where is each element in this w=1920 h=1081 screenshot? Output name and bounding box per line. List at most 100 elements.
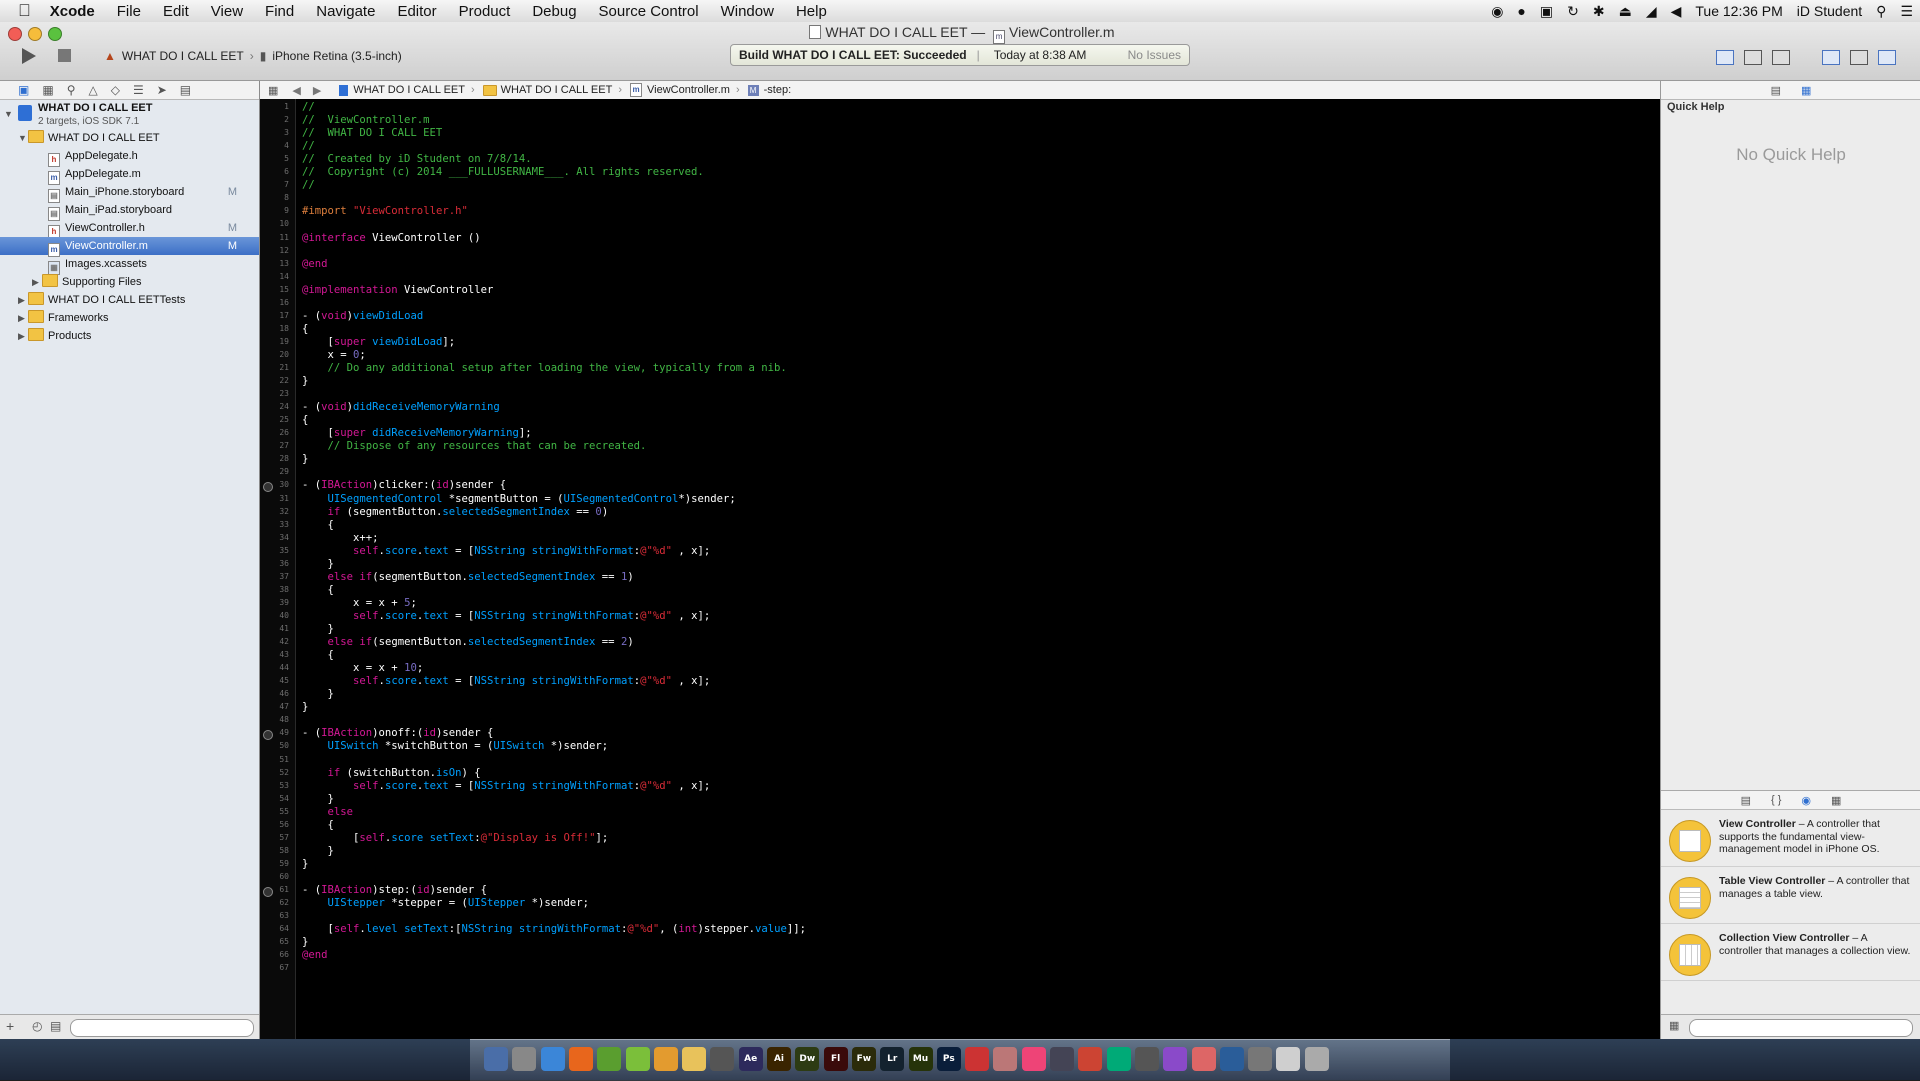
code-line[interactable]: { — [302, 819, 334, 831]
debug-area-toggle-icon[interactable] — [1850, 50, 1868, 65]
file-inspector-icon[interactable]: ▤ — [1771, 84, 1781, 97]
line-number-gutter[interactable]: 1 2 3 4 5 6 7 8 9 10 11 12 13 14 15 16 17 18 19 20 21 22 23 24 2… — [260, 99, 296, 1039]
code-line[interactable]: } — [302, 793, 334, 805]
apple-icon[interactable]:  — [0, 1, 39, 21]
navigator-group-products[interactable]: ▶ Products — [0, 327, 259, 345]
navigator-filter-input[interactable] — [70, 1019, 254, 1037]
code-line[interactable]: self.score.text = [NSString stringWithFo… — [302, 545, 710, 557]
wifi-icon[interactable]: ◢ — [1639, 3, 1664, 20]
library-filter-input[interactable] — [1689, 1019, 1913, 1037]
menu-view[interactable]: View — [200, 3, 254, 20]
connection-outlet-icon[interactable] — [263, 482, 273, 493]
code-line[interactable]: [self.score setText:@"Display is Off!"]; — [302, 832, 608, 844]
dock-app-icon[interactable] — [1078, 1047, 1103, 1071]
menu-product[interactable]: Product — [448, 3, 522, 20]
code-line[interactable]: // Copyright (c) 2014 ___FULLUSERNAME___… — [302, 166, 704, 178]
file-template-library-icon[interactable]: ▤ — [1741, 794, 1751, 807]
code-line[interactable]: else if(segmentButton.selectedSegmentInd… — [302, 636, 634, 648]
dock-app-icon[interactable] — [710, 1047, 735, 1071]
menu-clock[interactable]: Tue 12:36 PM — [1688, 3, 1789, 19]
navigator-group-supporting-files[interactable]: ▶ Supporting Files — [0, 273, 259, 291]
code-line[interactable]: - (IBAction)clicker:(id)sender { — [302, 479, 506, 491]
forward-arrow-icon[interactable]: ▶ — [313, 84, 321, 97]
related-items-icon[interactable]: ▦ — [268, 84, 278, 97]
disclosure-closed-icon[interactable]: ▶ — [18, 291, 28, 309]
code-line[interactable]: // — [302, 101, 315, 113]
code-line[interactable]: - (void)didReceiveMemoryWarning — [302, 401, 500, 413]
library-item-view-controller[interactable]: View Controller – A controller that supp… — [1661, 810, 1920, 867]
dock-app-icon[interactable] — [512, 1047, 537, 1071]
menu-app-name[interactable]: Xcode — [39, 3, 106, 20]
code-line[interactable]: { — [302, 323, 308, 335]
menu-navigate[interactable]: Navigate — [305, 3, 386, 20]
code-line[interactable]: [super didReceiveMemoryWarning]; — [302, 427, 532, 439]
code-line[interactable]: } — [302, 688, 334, 700]
code-line[interactable]: { — [302, 414, 308, 426]
connection-outlet-icon[interactable] — [263, 730, 273, 741]
breadcrumb-project[interactable]: WHAT DO I CALL EET › — [329, 84, 475, 96]
display-mirror-icon[interactable]: ▣ — [1533, 3, 1560, 20]
dock-app-icon[interactable]: Lr — [880, 1047, 905, 1071]
eject-icon[interactable]: ⏏ — [1612, 3, 1639, 20]
navigator-file-viewcontroller-m[interactable]: m ViewController.m M — [0, 237, 259, 257]
code-line[interactable]: self.score.text = [NSString stringWithFo… — [302, 675, 710, 687]
time-machine-icon[interactable]: ↻ — [1560, 3, 1586, 20]
issues-status[interactable]: No Issues — [1128, 48, 1181, 62]
dock-app-icon[interactable] — [1191, 1047, 1216, 1071]
volume-icon[interactable]: ◀ — [1664, 3, 1689, 20]
menu-window[interactable]: Window — [710, 3, 785, 20]
navigator-file-images-xcassets[interactable]: ▦ Images.xcassets — [0, 255, 259, 275]
dock-app-icon[interactable] — [1219, 1047, 1244, 1071]
menu-debug[interactable]: Debug — [521, 3, 587, 20]
version-editor-icon[interactable] — [1772, 50, 1790, 65]
disclosure-closed-icon[interactable]: ▶ — [32, 273, 42, 291]
breadcrumb-group[interactable]: WHAT DO I CALL EET › — [482, 84, 622, 96]
code-line[interactable]: x++; — [302, 532, 379, 544]
back-arrow-icon[interactable]: ◀ — [292, 84, 300, 97]
dock-app-icon[interactable]: Fl — [823, 1047, 848, 1071]
navigator-group-main[interactable]: ▼ WHAT DO I CALL EET — [0, 129, 259, 147]
scheme-name[interactable]: WHAT DO I CALL EET — [122, 49, 244, 63]
code-line[interactable]: else — [302, 806, 354, 818]
code-line[interactable]: } — [302, 936, 308, 948]
code-line[interactable]: // Do any additional setup after loading… — [302, 362, 787, 374]
dock-app-icon[interactable] — [568, 1047, 593, 1071]
disclosure-closed-icon[interactable]: ▶ — [18, 309, 28, 327]
recent-files-icon[interactable]: ◴ — [32, 1019, 42, 1033]
menu-editor[interactable]: Editor — [386, 3, 447, 20]
menu-file[interactable]: File — [106, 3, 152, 20]
dock-app-icon[interactable] — [993, 1047, 1018, 1071]
code-line[interactable]: // WHAT DO I CALL EET — [302, 127, 442, 139]
connection-outlet-icon[interactable] — [263, 887, 273, 897]
library-item-collection-view-controller[interactable]: Collection View Controller – A controlle… — [1661, 924, 1920, 981]
code-line[interactable]: } — [302, 558, 334, 570]
quick-help-icon[interactable]: ▦ — [1801, 84, 1811, 97]
breakpoint-navigator-icon[interactable]: ➤ — [157, 83, 167, 97]
code-line[interactable]: // Dispose of any resources that can be … — [302, 440, 647, 452]
code-line[interactable]: } — [302, 623, 334, 635]
add-icon[interactable]: + — [6, 1018, 14, 1034]
status-item-icon[interactable]: ◉ — [1484, 3, 1510, 20]
code-line[interactable]: - (IBAction)step:(id)sender { — [302, 884, 487, 896]
code-line[interactable]: - (void)viewDidLoad — [302, 310, 423, 322]
assistant-editor-icon[interactable] — [1744, 50, 1762, 65]
dock-app-icon[interactable]: Mu — [908, 1047, 933, 1071]
dock-app-icon[interactable] — [484, 1047, 508, 1071]
code-line[interactable]: UISwitch *switchButton = (UISwitch *)sen… — [302, 740, 609, 752]
scheme-selector[interactable]: ▲ WHAT DO I CALL EET › ▮ iPhone Retina (… — [104, 49, 402, 63]
spotlight-icon[interactable]: ⚲ — [1869, 3, 1893, 20]
dock-app-icon[interactable] — [1276, 1047, 1301, 1071]
dock-app-icon[interactable]: Fw — [851, 1047, 876, 1071]
breadcrumb-method[interactable]: M -step: — [747, 84, 791, 96]
code-line[interactable]: x = 0; — [302, 349, 366, 361]
code-line[interactable]: } — [302, 701, 308, 713]
navigator-file-appdelegate-h[interactable]: h AppDelegate.h — [0, 147, 259, 167]
code-line[interactable]: { — [302, 519, 334, 531]
dock-app-icon[interactable] — [625, 1047, 650, 1071]
code-line[interactable]: self.score.text = [NSString stringWithFo… — [302, 610, 710, 622]
dock-app-icon[interactable] — [1106, 1047, 1131, 1071]
navigator-group-tests[interactable]: ▶ WHAT DO I CALL EETTests — [0, 291, 259, 309]
dock-app-icon[interactable]: Ai — [767, 1047, 791, 1071]
source-editor[interactable]: //// ViewController.m// WHAT DO I CALL E… — [296, 99, 1660, 1039]
test-navigator-icon[interactable]: ◇ — [111, 83, 120, 97]
